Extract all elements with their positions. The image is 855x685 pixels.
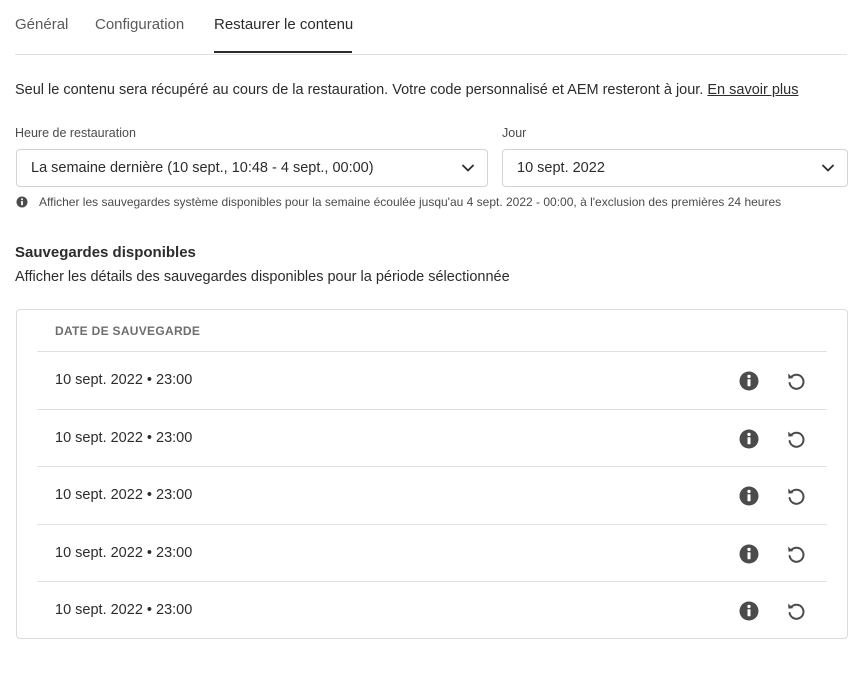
- table-row: 10 sept. 2022 • 23:00: [37, 352, 827, 410]
- restore-icon[interactable]: [785, 428, 807, 450]
- help-text-row: Afficher les sauvegardes système disponi…: [16, 194, 781, 210]
- restore-content-page: Général Configuration Restaurer le conte…: [0, 0, 855, 685]
- tab-configuration[interactable]: Configuration: [95, 16, 184, 33]
- backup-date: 10 sept. 2022 • 23:00: [55, 372, 193, 388]
- section-subtitle: Afficher les détails des sauvegardes dis…: [15, 269, 510, 285]
- help-text: Afficher les sauvegardes système disponi…: [39, 195, 782, 209]
- backup-date: 10 sept. 2022 • 23:00: [55, 544, 193, 561]
- backups-table: DATE DE SAUVEGARDE 10 sept. 2022 • 23:00…: [16, 309, 848, 639]
- table-row: 10 sept. 2022 • 23:00: [37, 410, 827, 467]
- table-row: 10 sept. 2022 • 23:00: [37, 525, 827, 582]
- info-icon: [16, 196, 28, 208]
- day-picker[interactable]: 10 sept. 2022: [502, 149, 848, 187]
- section-title: Sauvegardes disponibles: [15, 244, 196, 261]
- info-icon[interactable]: [738, 600, 760, 622]
- restore-icon[interactable]: [785, 543, 807, 565]
- restore-time-value: La semaine dernière (10 sept., 10:48 - 4…: [31, 160, 374, 176]
- intro-text: Seul le contenu sera récupéré au cours d…: [15, 82, 798, 98]
- restore-icon[interactable]: [785, 600, 807, 622]
- restore-time-picker[interactable]: La semaine dernière (10 sept., 10:48 - 4…: [16, 149, 488, 187]
- chevron-down-icon: [462, 164, 474, 172]
- restore-icon[interactable]: [785, 485, 807, 507]
- info-icon[interactable]: [738, 428, 760, 450]
- backup-date: 10 sept. 2022 • 23:00: [55, 429, 193, 446]
- intro-message: Seul le contenu sera récupéré au cours d…: [15, 82, 708, 98]
- backup-date: 10 sept. 2022 • 23:00: [55, 487, 193, 503]
- tab-general[interactable]: Général: [15, 16, 68, 33]
- day-value: 10 sept. 2022: [517, 160, 605, 176]
- restore-time-label: Heure de restauration: [15, 126, 136, 140]
- table-row: 10 sept. 2022 • 23:00: [37, 467, 827, 525]
- info-icon[interactable]: [738, 485, 760, 507]
- backup-date: 10 sept. 2022 • 23:00: [55, 602, 193, 618]
- column-header-date: DATE DE SAUVEGARDE: [55, 324, 201, 338]
- day-label: Jour: [502, 126, 527, 140]
- active-tab-indicator: [214, 51, 352, 53]
- learn-more-link[interactable]: En savoir plus: [707, 82, 798, 98]
- info-icon[interactable]: [738, 370, 760, 392]
- chevron-down-icon: [822, 164, 834, 172]
- table-row: 10 sept. 2022 • 23:00: [37, 582, 827, 640]
- info-icon[interactable]: [738, 543, 760, 565]
- tab-bar: Général Configuration Restaurer le conte…: [15, 0, 847, 55]
- restore-icon[interactable]: [785, 370, 807, 392]
- tab-restore-content[interactable]: Restaurer le contenu: [214, 16, 353, 33]
